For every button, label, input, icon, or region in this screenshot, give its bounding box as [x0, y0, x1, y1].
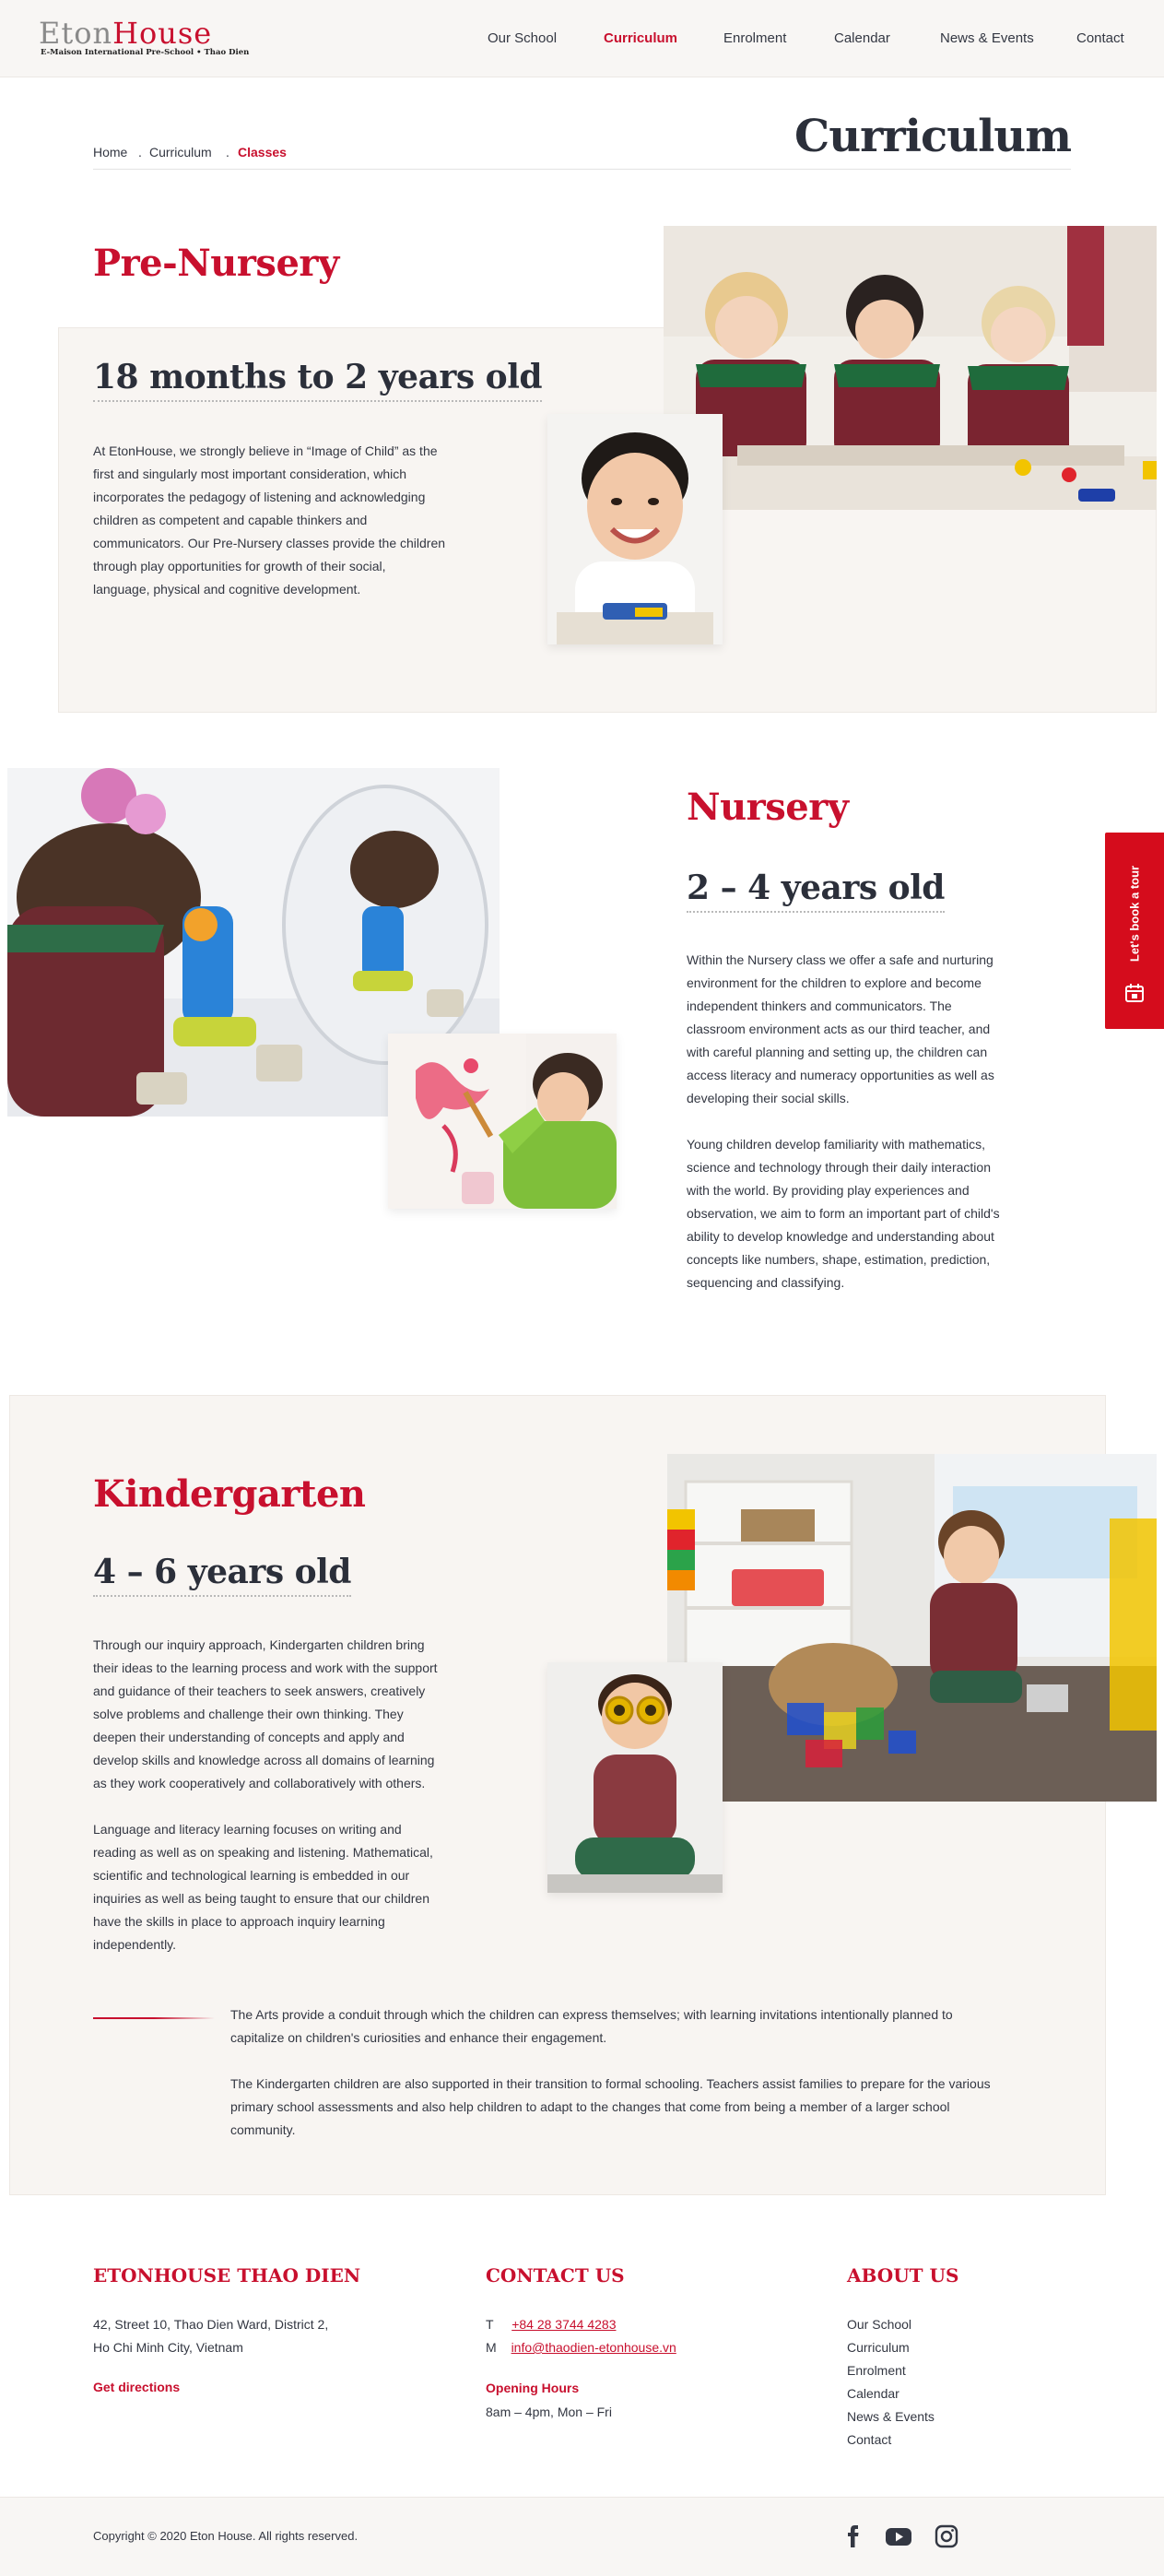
book-a-tour-tab[interactable]: Let's book a tour [1105, 833, 1164, 1029]
pre-nursery-title: Pre-Nursery [93, 242, 339, 285]
youtube-icon[interactable] [884, 2522, 913, 2551]
footer-link-calendar[interactable]: Calendar [847, 2386, 899, 2401]
facebook-icon[interactable] [839, 2522, 868, 2551]
opening-hours-text: 8am – 4pm, Mon – Fri [486, 2405, 612, 2419]
footer-email-row: M info@thaodien-etonhouse.vn [486, 2336, 676, 2359]
email-link[interactable]: info@thaodien-etonhouse.vn [511, 2340, 676, 2355]
get-directions-link[interactable]: Get directions [93, 2380, 180, 2394]
kindergarten-age: 4 – 6 years old [93, 1553, 351, 1597]
footer-school-heading: ETONHOUSE THAO DIEN [93, 2264, 361, 2286]
breadcrumb-home[interactable]: Home [93, 145, 127, 160]
footer-contact-heading: CONTACT US [486, 2264, 625, 2286]
kindergarten-accent-line [93, 2017, 215, 2019]
nursery-title: Nursery [687, 786, 849, 829]
nursery-description-1: Within the Nursery class we offer a safe… [687, 952, 994, 1105]
calendar-icon [1125, 984, 1144, 1002]
pre-nursery-description: At EtonHouse, we strongly believe in “Im… [93, 443, 446, 597]
book-a-tour-label: Let's book a tour [1127, 865, 1142, 963]
logo-tagline: E-Maison International Pre-School • Thao… [41, 48, 250, 57]
footer-link-our-school[interactable]: Our School [847, 2317, 911, 2332]
pre-nursery-age: 18 months to 2 years old [93, 358, 543, 402]
nursery-description-2: Young children develop familiarity with … [687, 1137, 1000, 1290]
nursery-painting-photo [388, 1034, 617, 1209]
nav-enrolment[interactable]: Enrolment [723, 30, 786, 46]
opening-hours-heading: Opening Hours [486, 2381, 580, 2395]
breadcrumb-separator: . [226, 145, 229, 160]
breadcrumb-separator: . [138, 145, 142, 160]
nav-our-school[interactable]: Our School [488, 30, 557, 46]
footer-about-heading: ABOUT US [847, 2264, 959, 2286]
kindergarten-description-2: Language and literacy learning focuses o… [93, 1822, 433, 1952]
breadcrumb-divider [93, 169, 1071, 170]
footer-link-curriculum[interactable]: Curriculum [847, 2340, 910, 2355]
kindergarten-binoculars-photo [547, 1662, 723, 1893]
site-header: EtonHouse E-Maison International Pre-Sch… [0, 0, 1164, 77]
kindergarten-description-1: Through our inquiry approach, Kindergart… [93, 1637, 438, 1790]
nav-contact[interactable]: Contact [1076, 30, 1124, 46]
email-prefix: M [486, 2340, 497, 2355]
footer-address-line-2: Ho Chi Minh City, Vietnam [93, 2340, 243, 2355]
instagram-icon[interactable] [932, 2522, 961, 2551]
phone-link[interactable]: +84 28 3744 4283 [511, 2317, 616, 2332]
nursery-age: 2 – 4 years old [687, 869, 945, 913]
breadcrumb-classes: Classes [238, 145, 287, 160]
breadcrumb-curriculum[interactable]: Curriculum [149, 145, 212, 160]
kindergarten-title: Kindergarten [93, 1472, 366, 1516]
logo[interactable]: EtonHouse [39, 18, 212, 48]
kindergarten-description-3: The Arts provide a conduit through which… [230, 2007, 953, 2045]
nav-calendar[interactable]: Calendar [834, 30, 890, 46]
phone-prefix: T [486, 2317, 494, 2332]
footer-link-contact[interactable]: Contact [847, 2432, 891, 2447]
page-title: Curriculum [794, 111, 1072, 162]
footer-phone-row: T +84 28 3744 4283 [486, 2313, 616, 2336]
footer-link-enrolment[interactable]: Enrolment [847, 2363, 906, 2378]
nav-curriculum[interactable]: Curriculum [604, 30, 677, 46]
pre-nursery-boy-photo [547, 414, 723, 644]
kindergarten-blocks-photo [667, 1454, 1157, 1802]
footer-address-line-1: 42, Street 10, Thao Dien Ward, District … [93, 2317, 329, 2332]
copyright-bar: Copyright © 2020 Eton House. All rights … [0, 2497, 1164, 2576]
pre-nursery-classroom-photo [664, 226, 1157, 510]
nav-news-events[interactable]: News & Events [940, 30, 1034, 46]
kindergarten-description-4: The Kindergarten children are also suppo… [230, 2076, 991, 2137]
footer-link-news-events[interactable]: News & Events [847, 2409, 935, 2424]
copyright-text: Copyright © 2020 Eton House. All rights … [93, 2529, 359, 2543]
